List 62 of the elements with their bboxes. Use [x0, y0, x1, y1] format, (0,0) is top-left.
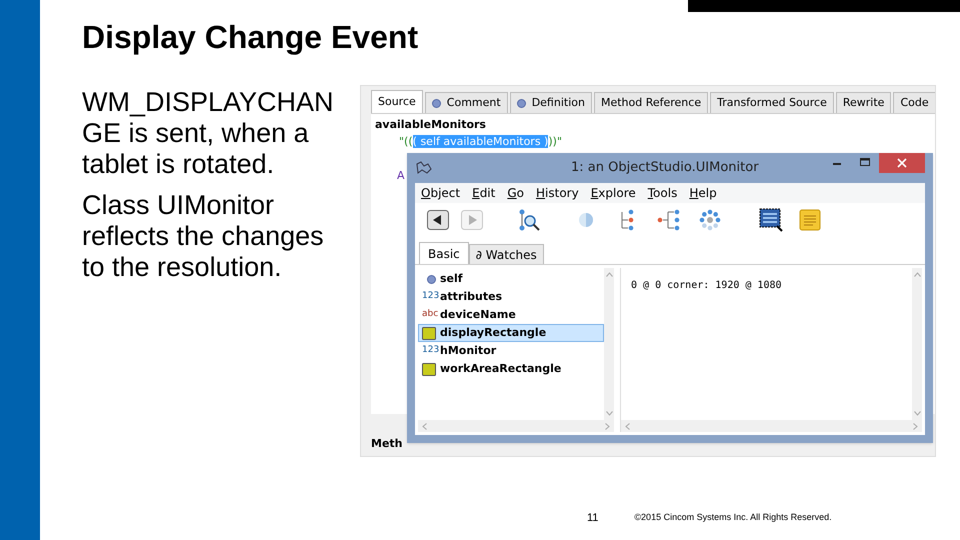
- tab[interactable]: Rewrite: [836, 92, 892, 113]
- scroll-right-icon[interactable]: [913, 422, 918, 430]
- scroll-down-icon[interactable]: [914, 411, 920, 416]
- menu-item[interactable]: Explore: [590, 184, 636, 202]
- bullet-text: Class UIMonitor reflects the changes to the resolution.: [82, 190, 325, 283]
- square-icon: [422, 326, 436, 340]
- menu-item[interactable]: Go: [507, 184, 524, 202]
- dot-ring-icon[interactable]: [699, 209, 721, 231]
- type-label: 123: [422, 290, 440, 304]
- half-circle-icon[interactable]: [577, 210, 595, 230]
- scroll-left-icon[interactable]: [625, 422, 630, 430]
- menu-item[interactable]: Help: [689, 184, 717, 202]
- tab[interactable]: ∂ Watches: [468, 244, 544, 264]
- horizontal-scrollbar[interactable]: [621, 420, 922, 432]
- tab[interactable]: Method Reference: [594, 92, 708, 113]
- scroll-up-icon[interactable]: [606, 272, 612, 277]
- scroll-right-icon[interactable]: [605, 422, 610, 430]
- variable-item[interactable]: 123 hMonitor: [418, 342, 604, 360]
- tab[interactable]: Source: [371, 90, 423, 113]
- close-button[interactable]: [879, 153, 925, 173]
- copyright-text: ©2015 Cincom Systems Inc. All Rights Reserved.: [634, 511, 832, 524]
- circle-icon: [426, 274, 436, 284]
- variable-item[interactable]: displayRectangle: [418, 324, 604, 342]
- menu-item[interactable]: Edit: [472, 184, 496, 202]
- tree-icon[interactable]: [657, 209, 681, 231]
- tab[interactable]: Definition: [510, 92, 592, 113]
- variable-item[interactable]: self: [418, 270, 604, 288]
- close-icon: [897, 158, 907, 168]
- tree-icon[interactable]: [619, 209, 635, 231]
- vertical-scrollbar[interactable]: [604, 268, 614, 420]
- square-icon: [422, 362, 436, 376]
- page-number: 11: [587, 510, 598, 526]
- variable-item[interactable]: 123 attributes: [418, 288, 604, 306]
- method-name: availableMonitors: [375, 117, 487, 133]
- note-icon[interactable]: [799, 209, 821, 231]
- code-line: "((( self availableMonitors )))": [399, 134, 564, 150]
- tree-search-icon[interactable]: [517, 208, 541, 232]
- variable-item[interactable]: workAreaRectangle: [418, 360, 604, 378]
- tab[interactable]: Transformed Source: [710, 92, 834, 113]
- type-label: 123: [422, 344, 440, 358]
- vertical-scrollbar[interactable]: [912, 268, 922, 420]
- type-label: abc: [422, 308, 440, 322]
- slide-title: Display Change Event: [82, 18, 418, 56]
- menu-item[interactable]: Object: [421, 184, 460, 202]
- code-fragment: A: [397, 168, 405, 184]
- menu-item[interactable]: History: [536, 184, 579, 202]
- scroll-left-icon[interactable]: [422, 422, 427, 430]
- window-title: 1: an ObjectStudio.UIMonitor: [571, 159, 759, 178]
- variable-item[interactable]: abc deviceName: [418, 306, 604, 324]
- tab[interactable]: Code: [893, 92, 935, 113]
- horizontal-scrollbar[interactable]: [418, 420, 614, 432]
- menu-item[interactable]: Tools: [648, 184, 678, 202]
- back-button[interactable]: [427, 210, 449, 230]
- value-text: 0 @ 0 corner: 1920 @ 1080: [631, 280, 782, 291]
- app-icon: [415, 161, 433, 175]
- scroll-up-icon[interactable]: [914, 272, 920, 277]
- tab[interactable]: Comment: [424, 92, 508, 113]
- scroll-down-icon[interactable]: [606, 411, 612, 416]
- list-select-icon[interactable]: [759, 208, 783, 232]
- tab[interactable]: Basic: [419, 242, 469, 264]
- tab-label: Meth: [371, 436, 402, 452]
- bullet-text: WM_DISPLAYCHANGE is sent, when a tablet is rotated.: [82, 87, 335, 180]
